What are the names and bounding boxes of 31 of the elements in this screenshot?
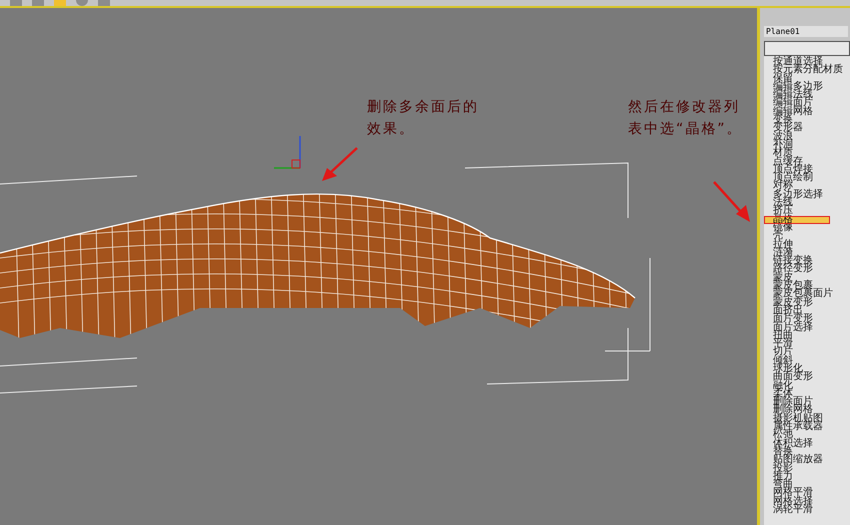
modifier-item[interactable]: 变形器 [764, 124, 850, 133]
modifier-item[interactable]: 编辑网格 [764, 108, 850, 116]
modifier-item[interactable]: 顶点绘制 [764, 174, 850, 182]
modifier-item[interactable]: 顶点焊接 [764, 166, 850, 174]
modifier-item[interactable]: 路径变形 [764, 265, 850, 274]
annotation-text: 删除多余面后的效果。 [367, 98, 480, 139]
modifier-item[interactable]: 按元素分配材质 [764, 66, 850, 75]
modifier-item[interactable]: 推力 [764, 472, 850, 482]
modifier-item[interactable]: 波浪 [764, 132, 850, 141]
modifier-item[interactable]: 删除面片 [764, 398, 850, 406]
modifier-item[interactable]: 法线 [764, 199, 850, 208]
object-name-field[interactable]: Plane01 [764, 26, 848, 37]
modifier-item[interactable]: 网格平滑 [764, 489, 850, 498]
modifier-item[interactable]: 体积选择 [764, 440, 850, 448]
modifier-item[interactable]: 蒙皮变形 [764, 298, 850, 307]
modifier-item[interactable]: 平滑 [764, 340, 850, 348]
modifier-item[interactable]: 多边形选择 [764, 190, 850, 200]
modifier-list-dropdown[interactable] [764, 41, 850, 56]
modifier-item[interactable]: 编辑法线 [764, 91, 850, 100]
modifier-item[interactable]: 补洞 [764, 140, 850, 150]
axis-gizmo-icon [274, 136, 301, 169]
modifier-item[interactable]: 编辑多边形 [764, 82, 850, 92]
modifier-item[interactable]: 贴图缩放器 [764, 456, 850, 465]
modifier-item[interactable]: 投影 [764, 464, 850, 473]
pointer-arrow [713, 181, 750, 222]
modifier-item[interactable]: 融化 [764, 382, 850, 390]
annotation-text: 然后在修改器列表中选“晶格”。 [628, 98, 744, 139]
modifier-item[interactable]: 拉伸 [764, 240, 850, 249]
modifier-item[interactable]: 面片选择 [764, 324, 850, 332]
pointer-arrow [322, 147, 358, 181]
modifier-item[interactable]: 面片变形 [764, 315, 850, 324]
